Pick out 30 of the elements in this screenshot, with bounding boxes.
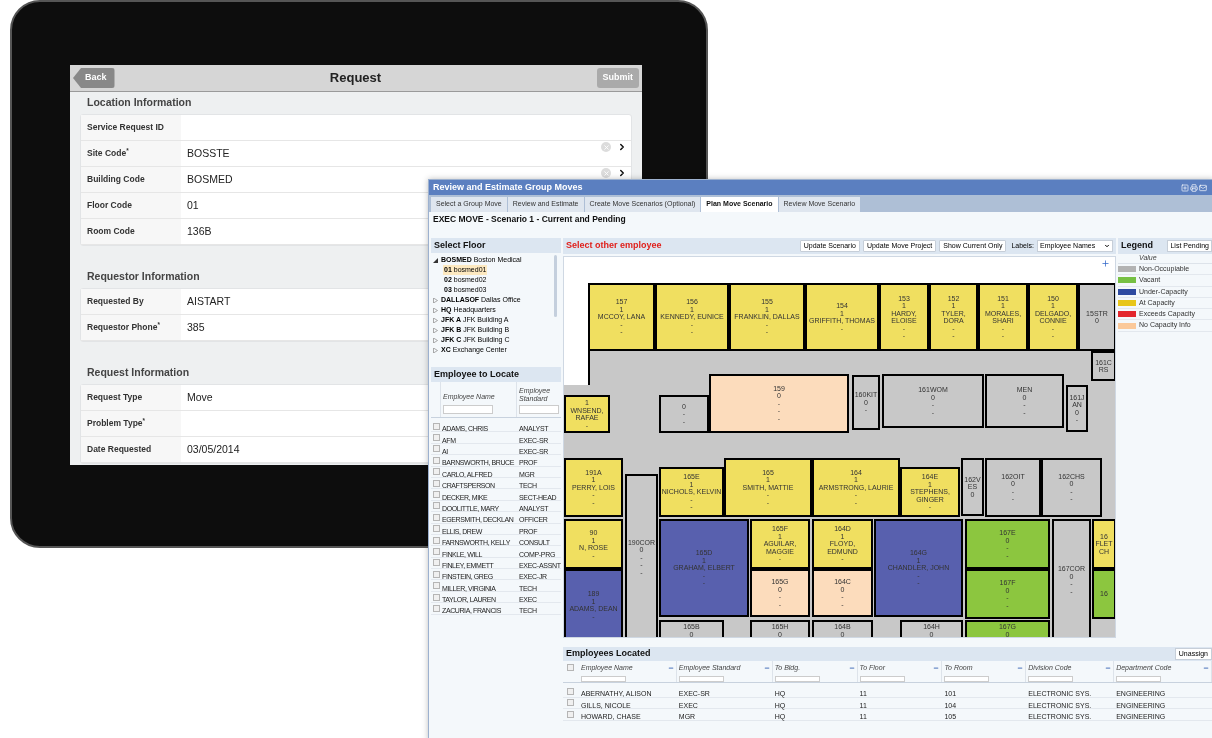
field-value[interactable]: 01 [187, 197, 199, 214]
window-title: Review and Estimate Group Moves [433, 180, 583, 194]
field-label: Requestor Phone$^{*}$ [87, 321, 160, 334]
field-value[interactable]: BOSSTE [187, 145, 230, 162]
scenario-title: EXEC MOVE - Scenario 1 - Current and Pending [433, 212, 626, 226]
field-value[interactable]: 385 [187, 319, 205, 336]
section-title: Request Information [87, 365, 190, 381]
field-value[interactable]: Move [187, 389, 213, 406]
panel-title: Select Floor [434, 238, 486, 252]
field-label: Request Type [87, 391, 143, 404]
back-button[interactable]: Back [73, 68, 115, 88]
field-label: Room Code [87, 225, 135, 238]
panel-title: Employees Located [566, 647, 651, 661]
field-value[interactable]: BOSMED [187, 171, 233, 188]
field-label: Site Code$^{*}$ [87, 147, 129, 160]
panel-title: Employee to Locate [434, 367, 520, 381]
panel-title: Legend [1121, 239, 1153, 253]
field-label: Floor Code [87, 199, 132, 212]
field-value[interactable]: 136B [187, 223, 212, 240]
field-label: Date Requested [87, 443, 152, 456]
field-value[interactable]: 03/05/2014 [187, 441, 240, 458]
field-label: Problem Type$^{*}$ [87, 417, 146, 430]
field-label: Requested By [87, 295, 144, 308]
page-title: Request [329, 69, 382, 88]
section-title: Location Information [87, 95, 192, 111]
field-value[interactable]: AISTART [187, 293, 231, 310]
section-title: Requestor Information [87, 269, 200, 285]
field-label: Building Code [87, 173, 145, 186]
panel-title: Select other employee [566, 239, 662, 253]
field-label: Service Request ID [87, 121, 164, 134]
